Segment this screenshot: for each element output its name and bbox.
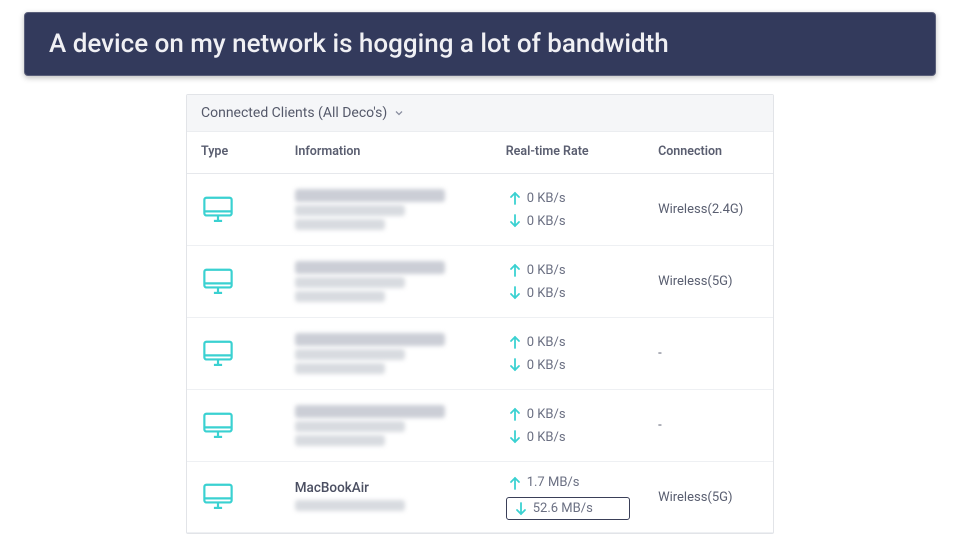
device-info-cell (281, 318, 492, 390)
headline-banner: A device on my network is hogging a lot … (24, 12, 936, 76)
download-rate-value: 0 KB/s (527, 358, 566, 373)
connection-cell: Wireless(5G) (644, 246, 773, 318)
upload-rate-value: 0 KB/s (527, 191, 566, 206)
blurred-text (295, 189, 445, 202)
upload-rate-value: 1.7 MB/s (527, 475, 580, 490)
blurred-text (295, 219, 385, 230)
col-information: Information (281, 132, 492, 174)
download-rate-value: 0 KB/s (527, 286, 566, 301)
device-info-cell: MacBookAir (281, 462, 492, 533)
blurred-text (295, 333, 445, 346)
arrow-down-icon (509, 358, 521, 372)
download-rate: 0 KB/s (506, 285, 630, 302)
table-header-row: Type Information Real-time Rate Connecti… (187, 132, 773, 174)
download-rate-value: 0 KB/s (527, 214, 566, 229)
upload-rate: 0 KB/s (506, 406, 630, 423)
blurred-text (295, 500, 405, 511)
table-row[interactable]: 0 KB/s 0 KB/s Wireless(5G) (187, 246, 773, 318)
upload-rate-value: 0 KB/s (527, 263, 566, 278)
upload-rate: 0 KB/s (506, 262, 630, 279)
arrow-up-icon (509, 407, 521, 421)
arrow-down-icon (509, 214, 521, 228)
connected-clients-panel: Connected Clients (All Deco's) Type Info… (186, 94, 774, 534)
rate-cell: 1.7 MB/s 52.6 MB/s (492, 462, 644, 533)
connection-cell: Wireless(5G) (644, 462, 773, 533)
col-connection: Connection (644, 132, 773, 174)
device-type-cell (187, 318, 281, 390)
blurred-text (295, 435, 385, 446)
arrow-up-icon (509, 263, 521, 277)
blurred-text (295, 291, 385, 302)
blurred-text (295, 421, 405, 432)
monitor-icon (201, 482, 267, 512)
arrow-up-icon (509, 476, 521, 490)
download-rate: 0 KB/s (506, 213, 630, 230)
blurred-text (295, 349, 405, 360)
device-info-cell (281, 246, 492, 318)
device-type-cell (187, 174, 281, 246)
upload-rate-value: 0 KB/s (527, 407, 566, 422)
arrow-up-icon (509, 191, 521, 205)
monitor-icon (201, 267, 267, 297)
blurred-text (295, 261, 445, 274)
blurred-text (295, 363, 385, 374)
connection-cell: - (644, 390, 773, 462)
monitor-icon (201, 195, 267, 225)
arrow-up-icon (509, 335, 521, 349)
monitor-icon (201, 411, 267, 441)
rate-cell: 0 KB/s 0 KB/s (492, 246, 644, 318)
download-rate-value: 52.6 MB/s (533, 501, 593, 516)
device-info-cell (281, 174, 492, 246)
device-type-cell (187, 462, 281, 533)
headline-text: A device on my network is hogging a lot … (49, 29, 669, 59)
download-rate: 0 KB/s (506, 429, 630, 446)
blurred-text (295, 405, 445, 418)
upload-rate-value: 0 KB/s (527, 335, 566, 350)
col-type: Type (187, 132, 281, 174)
table-row[interactable]: MacBookAir 1.7 MB/s 52.6 MB/s Wireless(5G) (187, 462, 773, 533)
device-name: MacBookAir (295, 480, 478, 496)
clients-table: Type Information Real-time Rate Connecti… (187, 132, 773, 533)
connection-cell: Wireless(2.4G) (644, 174, 773, 246)
col-rate: Real-time Rate (492, 132, 644, 174)
panel-title-text: Connected Clients (All Deco's) (201, 105, 387, 121)
table-row[interactable]: 0 KB/s 0 KB/s - (187, 318, 773, 390)
arrow-down-icon (509, 430, 521, 444)
table-row[interactable]: 0 KB/s 0 KB/s Wireless(2.4G) (187, 174, 773, 246)
arrow-down-icon (509, 286, 521, 300)
chevron-down-icon (393, 107, 405, 119)
panel-title-bar[interactable]: Connected Clients (All Deco's) (187, 95, 773, 132)
upload-rate: 0 KB/s (506, 190, 630, 207)
rate-cell: 0 KB/s 0 KB/s (492, 318, 644, 390)
rate-cell: 0 KB/s 0 KB/s (492, 390, 644, 462)
device-type-cell (187, 390, 281, 462)
device-type-cell (187, 246, 281, 318)
blurred-text (295, 277, 405, 288)
connection-cell: - (644, 318, 773, 390)
rate-cell: 0 KB/s 0 KB/s (492, 174, 644, 246)
table-row[interactable]: 0 KB/s 0 KB/s - (187, 390, 773, 462)
upload-rate: 1.7 MB/s (506, 474, 630, 491)
download-rate-value: 0 KB/s (527, 430, 566, 445)
device-info-cell (281, 390, 492, 462)
monitor-icon (201, 339, 267, 369)
arrow-down-icon (515, 502, 527, 516)
upload-rate: 0 KB/s (506, 334, 630, 351)
blurred-text (295, 205, 405, 216)
download-rate: 52.6 MB/s (506, 497, 630, 520)
download-rate: 0 KB/s (506, 357, 630, 374)
